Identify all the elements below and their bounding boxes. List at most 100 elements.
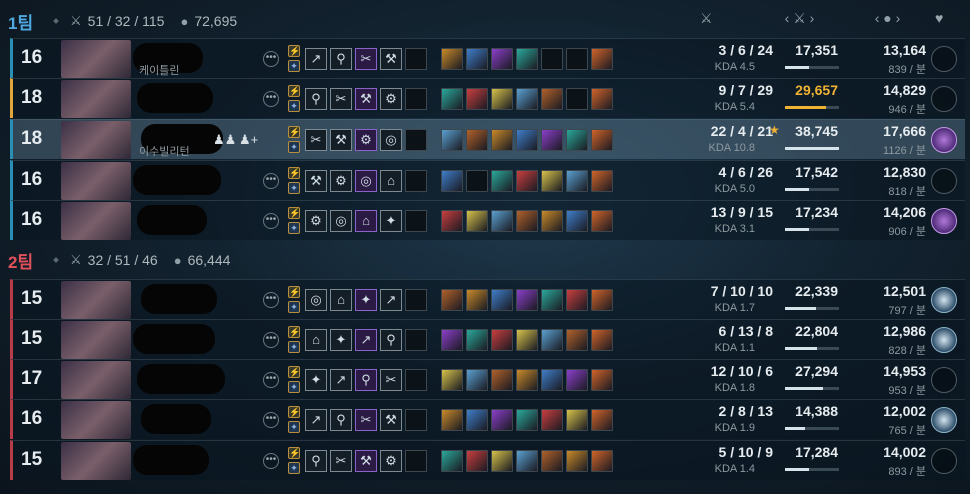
augment-icon[interactable]: ⚒: [355, 88, 377, 110]
augment-icon[interactable]: ⚙: [380, 88, 402, 110]
item-icon[interactable]: [541, 409, 563, 431]
honor-badge-icon[interactable]: [931, 168, 957, 194]
augment-icon[interactable]: ⚒: [305, 170, 327, 192]
item-icon[interactable]: [466, 329, 488, 351]
item-icon[interactable]: [566, 369, 588, 391]
item-icon[interactable]: [541, 289, 563, 311]
augment-icon[interactable]: ⌂: [380, 170, 402, 192]
item-icon[interactable]: [541, 450, 563, 472]
item-icon[interactable]: [566, 170, 588, 192]
item-icon[interactable]: [566, 210, 588, 232]
item-icon[interactable]: [541, 129, 563, 151]
honor-badge-icon[interactable]: [931, 448, 957, 474]
augment-icon[interactable]: ✂: [330, 450, 352, 472]
more-options-icon[interactable]: •••: [263, 453, 279, 469]
item-icon[interactable]: [441, 289, 463, 311]
item-icon[interactable]: [491, 329, 513, 351]
item-icon[interactable]: [466, 48, 488, 70]
item-icon[interactable]: [541, 88, 563, 110]
item-icon[interactable]: [466, 88, 488, 110]
honor-badge-icon[interactable]: [931, 407, 957, 433]
item-icon[interactable]: [466, 409, 488, 431]
item-icon[interactable]: [516, 289, 538, 311]
augment-icon[interactable]: ✦: [305, 369, 327, 391]
item-empty-slot[interactable]: [566, 88, 588, 110]
player-row[interactable]: 16 ••• ⚡ ✦ ↗ ⚲ ✂ ⚒ 2 / 8 / 13 KDA 1.9 14,388 12…: [10, 399, 965, 439]
item-icon[interactable]: [441, 210, 463, 232]
player-row[interactable]: 15 ••• ⚡ ✦ ⌂ ✦ ↗ ⚲ 6 / 13 / 8 KDA 1.1 22,804 12…: [10, 319, 965, 359]
trinket-item-icon[interactable]: [591, 88, 613, 110]
augment-icon[interactable]: ⚒: [355, 450, 377, 472]
damage-column-toggle[interactable]: ‹ ⚔ ›: [772, 10, 827, 27]
item-icon[interactable]: [566, 129, 588, 151]
augment-icon[interactable]: ↗: [355, 329, 377, 351]
augment-icon[interactable]: ✂: [305, 129, 327, 151]
champion-portrait[interactable]: [61, 321, 131, 359]
item-icon[interactable]: [516, 170, 538, 192]
champion-portrait[interactable]: [61, 121, 131, 159]
honor-badge-icon[interactable]: [931, 327, 957, 353]
item-icon[interactable]: [441, 409, 463, 431]
item-icon[interactable]: [566, 289, 588, 311]
champion-portrait[interactable]: [61, 401, 131, 439]
more-options-icon[interactable]: •••: [263, 173, 279, 189]
player-row[interactable]: 16 케이틀린 ••• ⚡ ✦ ↗ ⚲ ✂ ⚒ 3 / 6 / 24 KDA 4.5 17,35…: [10, 38, 965, 78]
item-icon[interactable]: [516, 88, 538, 110]
champion-portrait[interactable]: [61, 162, 131, 200]
augment-icon[interactable]: ↗: [380, 289, 402, 311]
player-row[interactable]: 18 이수빌리턴 ♟♟ ♟+ ⚡ ✦ ✂ ⚒ ⚙ ◎ 22 / 4 / 21 KDA 10.8 ★…: [10, 119, 965, 159]
augment-icon[interactable]: ✦: [355, 289, 377, 311]
item-icon[interactable]: [491, 129, 513, 151]
augment-icon[interactable]: ↗: [330, 369, 352, 391]
item-icon[interactable]: [441, 450, 463, 472]
augment-icon[interactable]: ⚒: [330, 129, 352, 151]
augment-icon[interactable]: ⚲: [330, 48, 352, 70]
friends-icon[interactable]: ♟♟: [213, 132, 236, 148]
trinket-item-icon[interactable]: [591, 409, 613, 431]
augment-icon[interactable]: ⚙: [305, 210, 327, 232]
item-icon[interactable]: [466, 369, 488, 391]
trinket-item-icon[interactable]: [591, 129, 613, 151]
item-icon[interactable]: [541, 210, 563, 232]
trinket-item-icon[interactable]: [591, 369, 613, 391]
more-options-icon[interactable]: •••: [263, 213, 279, 229]
item-icon[interactable]: [491, 450, 513, 472]
player-row[interactable]: 16 ••• ⚡ ✦ ⚙ ◎ ⌂ ✦ 13 / 9 / 15 KDA 3.1 17,234 1…: [10, 200, 965, 240]
item-icon[interactable]: [566, 329, 588, 351]
item-icon[interactable]: [441, 329, 463, 351]
trinket-item-icon[interactable]: [591, 48, 613, 70]
trinket-item-icon[interactable]: [591, 289, 613, 311]
item-icon[interactable]: [516, 409, 538, 431]
champion-portrait[interactable]: [61, 442, 131, 480]
item-icon[interactable]: [466, 129, 488, 151]
item-icon[interactable]: [516, 369, 538, 391]
item-icon[interactable]: [441, 170, 463, 192]
item-icon[interactable]: [516, 329, 538, 351]
augment-icon[interactable]: ✦: [330, 329, 352, 351]
more-options-icon[interactable]: •••: [263, 292, 279, 308]
player-row[interactable]: 18 ••• ⚡ ✦ ⚲ ✂ ⚒ ⚙ 9 / 7 / 29 KDA 5.4 29,657 14…: [10, 78, 965, 118]
more-options-icon[interactable]: •••: [263, 412, 279, 428]
augment-icon[interactable]: ✂: [355, 48, 377, 70]
item-icon[interactable]: [516, 129, 538, 151]
item-empty-slot[interactable]: [566, 48, 588, 70]
augment-icon[interactable]: ⌂: [355, 210, 377, 232]
player-row[interactable]: 15 ••• ⚡ ✦ ◎ ⌂ ✦ ↗ 7 / 10 / 10 KDA 1.7 22,339 1…: [10, 279, 965, 319]
augment-icon[interactable]: ⚒: [380, 409, 402, 431]
item-icon[interactable]: [541, 369, 563, 391]
champion-portrait[interactable]: [61, 361, 131, 399]
augment-icon[interactable]: ✂: [380, 369, 402, 391]
gold-column-toggle[interactable]: ‹ ● ›: [860, 10, 915, 26]
augment-icon[interactable]: ✦: [380, 210, 402, 232]
item-icon[interactable]: [566, 409, 588, 431]
augment-icon[interactable]: ◎: [330, 210, 352, 232]
item-icon[interactable]: [491, 409, 513, 431]
item-empty-slot[interactable]: [466, 170, 488, 192]
augment-icon[interactable]: ⚙: [355, 129, 377, 151]
augment-icon[interactable]: ⚲: [355, 369, 377, 391]
augment-icon[interactable]: ⚙: [380, 450, 402, 472]
item-icon[interactable]: [541, 170, 563, 192]
item-empty-slot[interactable]: [541, 48, 563, 70]
item-icon[interactable]: [491, 88, 513, 110]
item-icon[interactable]: [516, 48, 538, 70]
